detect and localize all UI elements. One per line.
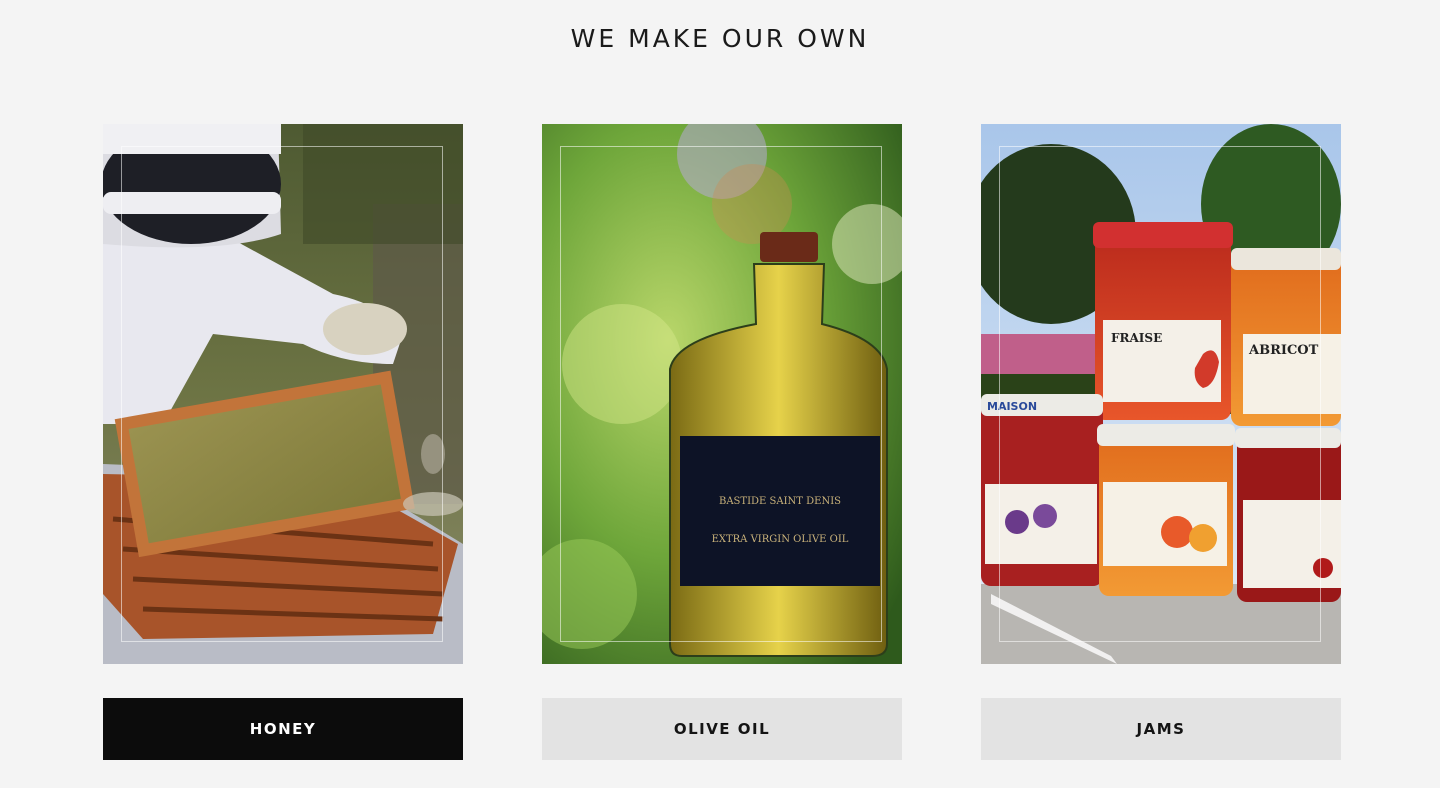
- olive-oil-image: BASTIDE SAINT DENIS EXTRA VIRGIN OLIVE O…: [542, 124, 902, 664]
- jams-image: FRAISE ABRICOT MAISON: [981, 124, 1341, 664]
- honey-image: [103, 124, 463, 664]
- honey-button[interactable]: HONEY: [103, 698, 463, 760]
- bottle-label-line1: BASTIDE SAINT DENIS: [719, 496, 841, 507]
- jams-button[interactable]: JAMS: [981, 698, 1341, 760]
- jar-label-strawberry: FRAISE: [1111, 331, 1162, 345]
- olive-oil-photo[interactable]: BASTIDE SAINT DENIS EXTRA VIRGIN OLIVE O…: [542, 124, 902, 664]
- olive-oil-button[interactable]: OLIVE OIL: [542, 698, 902, 760]
- section-title: WE MAKE OUR OWN: [570, 24, 870, 53]
- product-section: WE MAKE OUR OWN HONEY BASTIDE SAINT DENI…: [0, 0, 1440, 788]
- product-card-jams: FRAISE ABRICOT MAISON JAMS: [981, 124, 1341, 760]
- honey-photo[interactable]: [103, 124, 463, 664]
- jar-label-apricot: ABRICOT: [1248, 343, 1319, 358]
- jams-photo[interactable]: FRAISE ABRICOT MAISON: [981, 124, 1341, 664]
- product-card-olive-oil: BASTIDE SAINT DENIS EXTRA VIRGIN OLIVE O…: [542, 124, 902, 760]
- product-card-honey: HONEY: [103, 124, 463, 760]
- bottle-label-line2: EXTRA VIRGIN OLIVE OIL: [712, 534, 849, 545]
- jar-brand-label: MAISON: [987, 400, 1037, 413]
